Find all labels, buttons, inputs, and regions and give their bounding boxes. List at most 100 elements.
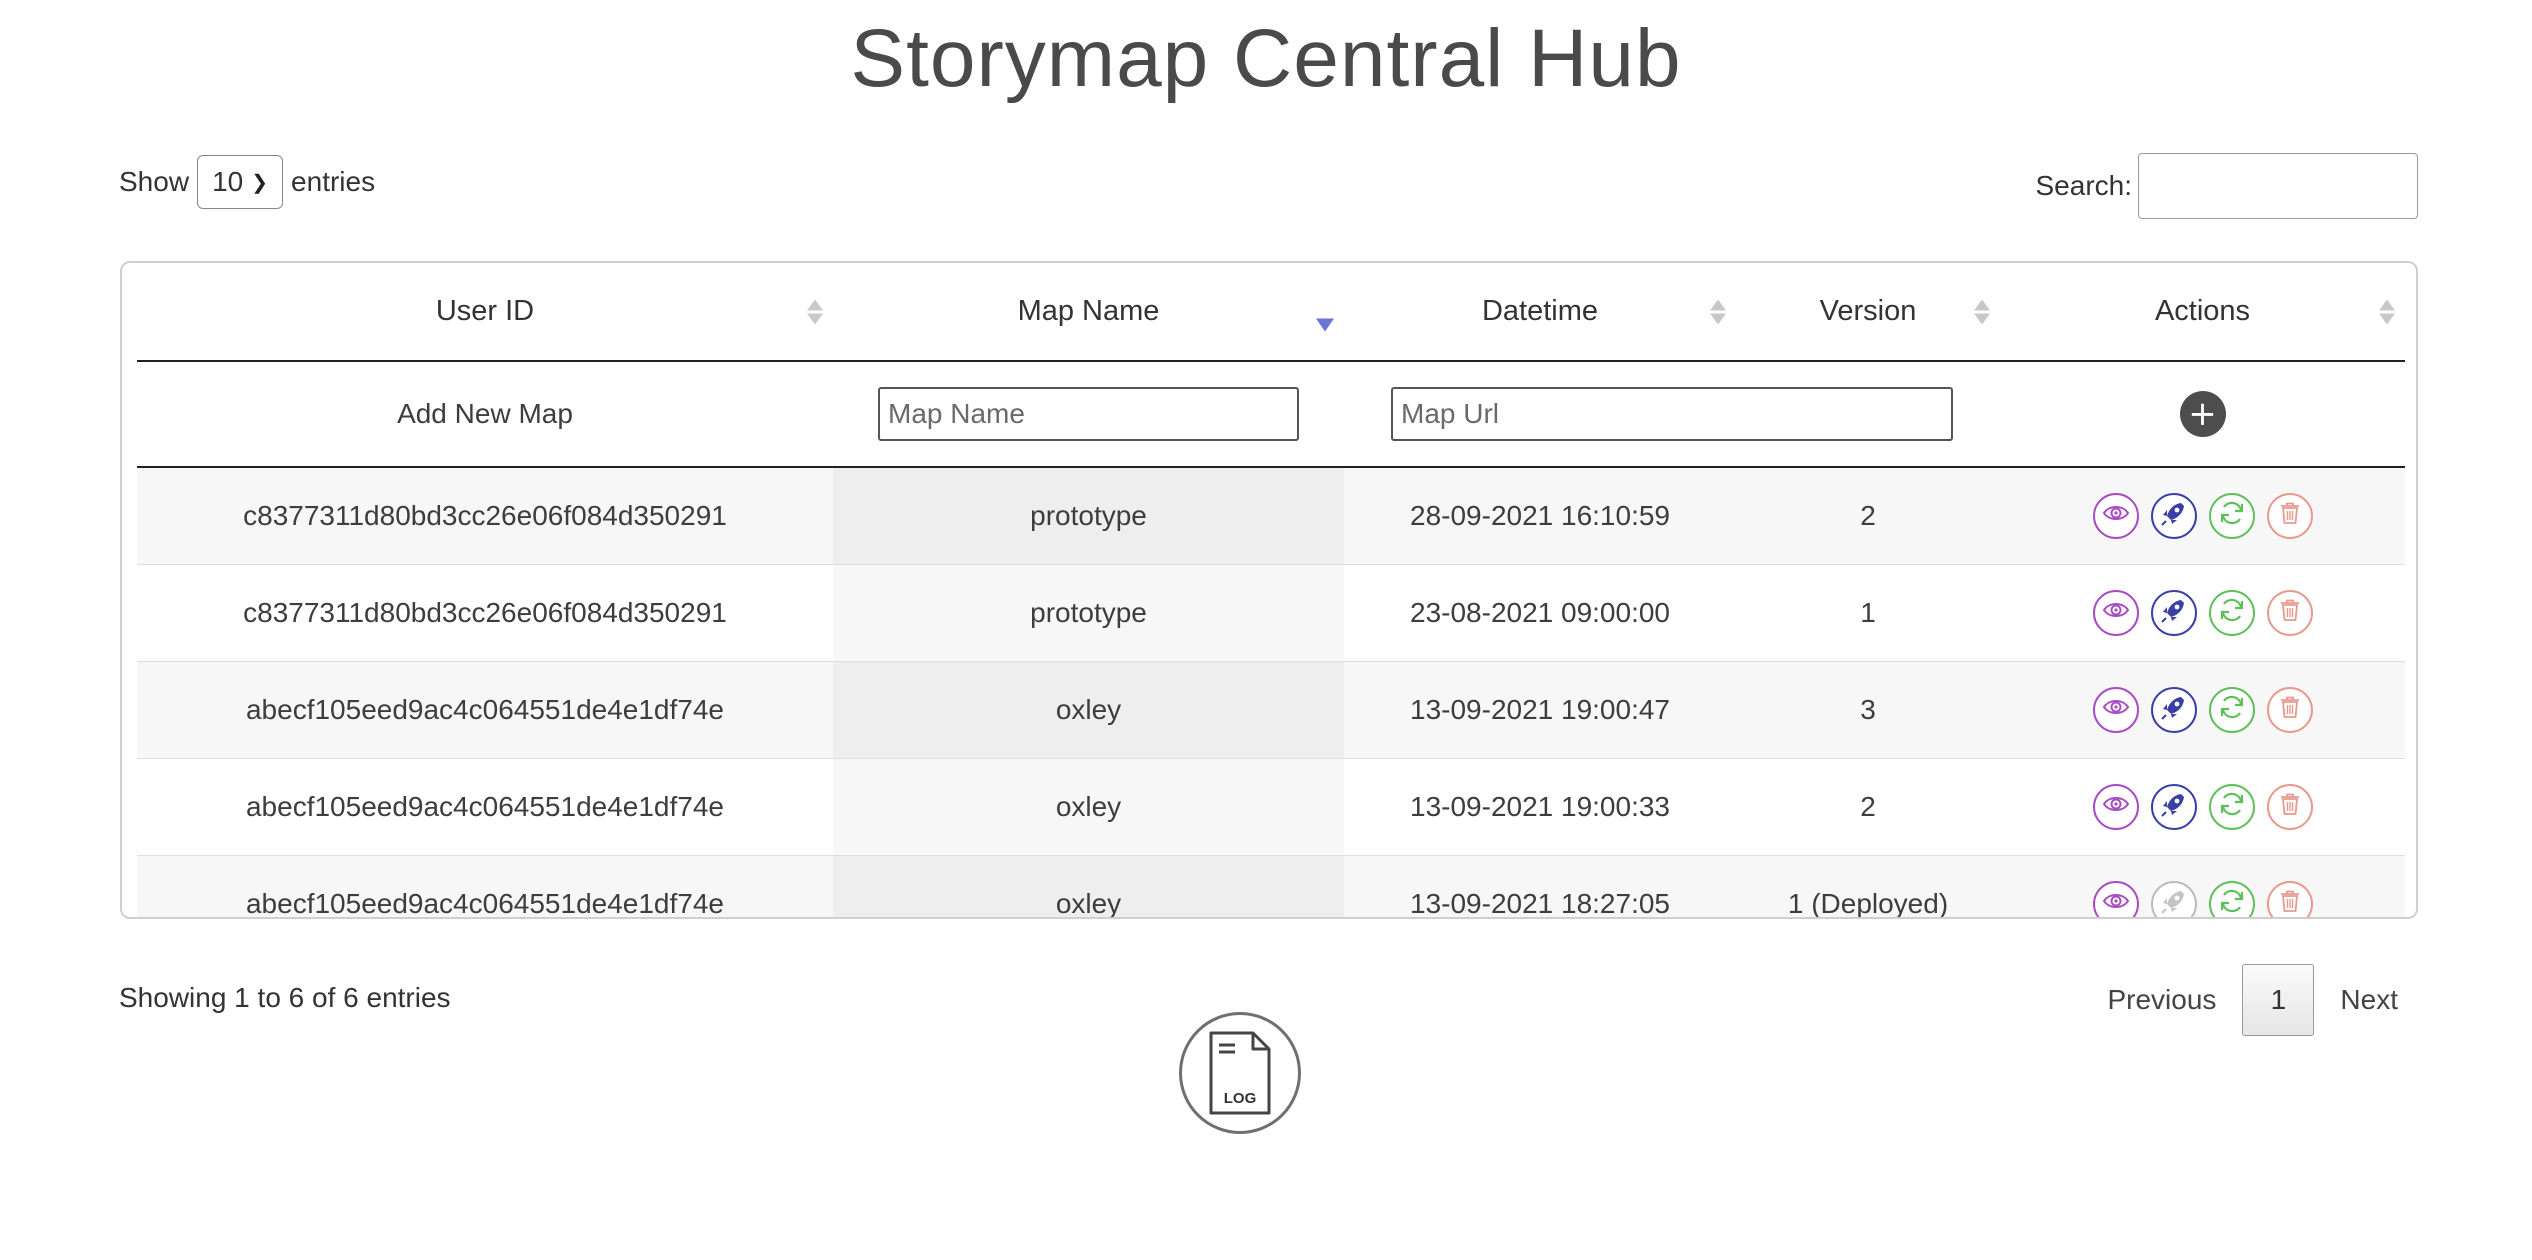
rocket-icon (2159, 595, 2189, 632)
rocket-icon (2159, 692, 2189, 729)
refresh-button[interactable] (2208, 784, 2255, 830)
trash-icon (2275, 595, 2305, 632)
page-title: Storymap Central Hub (850, 13, 1682, 104)
delete-button[interactable] (2266, 687, 2313, 733)
entries-per-page-select[interactable]: 10 ❯ (197, 155, 284, 209)
add-map-button[interactable]: + (2179, 391, 2226, 437)
deploy-button[interactable] (2150, 784, 2197, 830)
rocket-icon (2159, 789, 2189, 826)
trash-icon (2275, 789, 2305, 826)
entries-per-page-value: 10 (212, 166, 244, 197)
sort-icon (1974, 299, 1990, 324)
search-label: Search: (2035, 170, 2133, 201)
column-header-map-name[interactable]: Map Name (833, 263, 1344, 360)
deploy-button[interactable] (2150, 687, 2197, 733)
sort-icon (2379, 299, 2395, 324)
chevron-down-icon: ❯ (251, 171, 268, 194)
table-row: abecf105eed9ac4c064551de4e1df74e oxley 13-… (137, 662, 2405, 759)
table-row: c8377311d80bd3cc26e06f084d350291 prototyp… (137, 468, 2405, 565)
table-header-row: User ID Map Name Datetime Version Action… (137, 263, 2405, 362)
refresh-button[interactable] (2208, 687, 2255, 733)
rocket-icon (2159, 498, 2189, 535)
version-cell: 2 (1860, 500, 1876, 531)
map-name-cell: oxley (833, 759, 1344, 855)
add-map-row: Add New Map Map Name Map Url + (137, 362, 2405, 468)
refresh-icon (2217, 595, 2247, 632)
deploy-button[interactable] (2150, 590, 2197, 636)
search-input[interactable] (2138, 153, 2418, 219)
view-button[interactable] (2092, 687, 2139, 733)
eye-icon (2101, 692, 2131, 729)
delete-button[interactable] (2266, 590, 2313, 636)
next-page-button[interactable]: Next (2314, 964, 2424, 1036)
eye-icon (2101, 595, 2131, 632)
sort-descending-icon (1316, 318, 1334, 332)
datetime-cell: 13-09-2021 19:00:33 (1410, 791, 1670, 822)
version-cell: 2 (1860, 791, 1876, 822)
column-header-user-id[interactable]: User ID (137, 263, 833, 360)
map-name-cell: prototype (833, 468, 1344, 564)
view-button[interactable] (2092, 590, 2139, 636)
sort-icon (807, 299, 823, 324)
map-name-input[interactable]: Map Name (878, 387, 1299, 441)
trash-icon (2275, 692, 2305, 729)
log-button[interactable]: LOG (1179, 1012, 1301, 1134)
actions-cell (2000, 565, 2405, 661)
user-id-cell: abecf105eed9ac4c064551de4e1df74e (245, 791, 724, 822)
delete-button[interactable] (2266, 493, 2313, 539)
datetime-cell: 28-09-2021 16:10:59 (1410, 500, 1670, 531)
map-name-cell: prototype (833, 565, 1344, 661)
add-new-map-label: Add New Map (397, 398, 573, 429)
log-file-icon: LOG (1209, 1031, 1271, 1115)
refresh-button[interactable] (2208, 881, 2255, 917)
table-row: abecf105eed9ac4c064551de4e1df74e oxley 13-… (137, 856, 2405, 919)
column-header-actions[interactable]: Actions (2000, 263, 2405, 360)
table-row: c8377311d80bd3cc26e06f084d350291 prototyp… (137, 565, 2405, 662)
maps-table: User ID Map Name Datetime Version Action… (120, 261, 2418, 919)
pagination: Previous 1 Next (2081, 964, 2424, 1036)
map-name-cell: oxley (833, 662, 1344, 758)
refresh-button[interactable] (2208, 493, 2255, 539)
eye-icon (2101, 789, 2131, 826)
page-1-button[interactable]: 1 (2242, 964, 2315, 1036)
entries-label: entries (291, 166, 376, 197)
trash-icon (2275, 886, 2305, 918)
actions-cell (2000, 856, 2405, 918)
map-url-input[interactable]: Map Url (1391, 387, 1953, 441)
actions-cell (2000, 759, 2405, 855)
eye-icon (2101, 498, 2131, 535)
refresh-button[interactable] (2208, 590, 2255, 636)
trash-icon (2275, 498, 2305, 535)
rocket-icon (2159, 886, 2189, 918)
map-name-cell: oxley (833, 856, 1344, 917)
version-cell: 1 (Deployed) (1787, 888, 1949, 919)
datetime-cell: 23-08-2021 09:00:00 (1410, 597, 1670, 628)
user-id-cell: abecf105eed9ac4c064551de4e1df74e (245, 694, 724, 725)
column-header-datetime[interactable]: Datetime (1344, 263, 1736, 360)
previous-page-button[interactable]: Previous (2081, 964, 2242, 1036)
datetime-cell: 13-09-2021 18:27:05 (1410, 888, 1670, 919)
deploy-button[interactable] (2150, 881, 2197, 918)
user-id-cell: abecf105eed9ac4c064551de4e1df74e (245, 888, 724, 919)
search-control: Search: (2035, 153, 2418, 219)
eye-icon (2101, 886, 2131, 918)
delete-button[interactable] (2266, 881, 2313, 918)
view-button[interactable] (2092, 784, 2139, 830)
actions-cell (2000, 662, 2405, 758)
delete-button[interactable] (2266, 784, 2313, 830)
view-button[interactable] (2092, 881, 2139, 918)
column-header-version[interactable]: Version (1736, 263, 2000, 360)
datetime-cell: 13-09-2021 19:00:47 (1410, 694, 1670, 725)
sort-icon (1710, 299, 1726, 324)
deploy-button[interactable] (2150, 493, 2197, 539)
entries-length-control: Show 10 ❯ entries (119, 154, 375, 210)
view-button[interactable] (2092, 493, 2139, 539)
show-label: Show (119, 166, 190, 197)
refresh-icon (2217, 692, 2247, 729)
table-body: c8377311d80bd3cc26e06f084d350291 prototyp… (137, 468, 2405, 919)
refresh-icon (2217, 498, 2247, 535)
user-id-cell: c8377311d80bd3cc26e06f084d350291 (243, 597, 727, 628)
log-label: LOG (1224, 1090, 1257, 1107)
table-info: Showing 1 to 6 of 6 entries (119, 982, 451, 1013)
refresh-icon (2217, 789, 2247, 826)
